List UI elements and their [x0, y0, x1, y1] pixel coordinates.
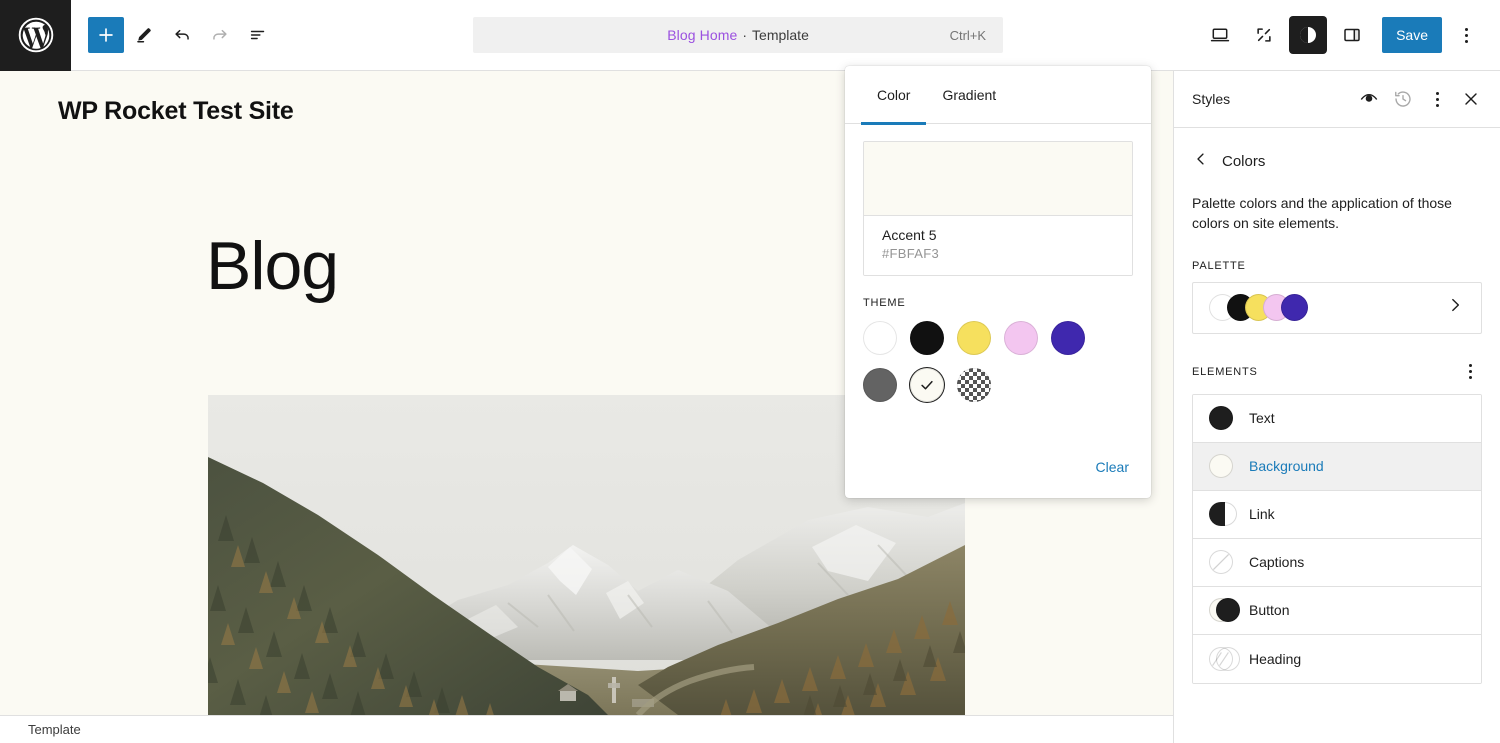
- tab-color[interactable]: Color: [861, 66, 927, 125]
- kebab-menu-icon: [1435, 91, 1439, 107]
- swatch-transparent[interactable]: [957, 368, 991, 402]
- swatch-gray[interactable]: [863, 368, 897, 402]
- view-device-button[interactable]: [1200, 15, 1240, 55]
- color-indicator-double-empty: [1209, 647, 1235, 671]
- style-book-button[interactable]: [1352, 82, 1386, 116]
- selected-color-preview: [864, 142, 1132, 215]
- page-title[interactable]: Blog: [206, 232, 339, 300]
- color-indicator-solid-light: [1209, 454, 1235, 479]
- command-shortcut-label: Ctrl+K: [949, 27, 987, 43]
- undo-button[interactable]: [164, 17, 200, 53]
- color-indicator-double-dark: [1209, 598, 1240, 623]
- palette-section-label: PALETTE: [1192, 260, 1482, 272]
- theme-swatch-grid: [863, 321, 1121, 402]
- styles-button[interactable]: [1288, 15, 1328, 55]
- element-button[interactable]: Button: [1193, 586, 1481, 635]
- swatch-white[interactable]: [863, 321, 897, 355]
- document-title-separator: ·: [742, 27, 748, 43]
- element-label: Link: [1249, 506, 1275, 523]
- revisions-button[interactable]: [1386, 82, 1420, 116]
- swatch-purple[interactable]: [1051, 321, 1085, 355]
- element-background[interactable]: Background: [1193, 442, 1481, 491]
- selected-color-meta: Accent 5 #FBFAF3: [864, 215, 1132, 275]
- element-captions[interactable]: Captions: [1193, 538, 1481, 587]
- styles-sidebar: Styles Colors Palette colors and the app…: [1173, 71, 1500, 743]
- styles-more-menu-button[interactable]: [1420, 82, 1454, 116]
- palette-dot-5: [1281, 294, 1308, 322]
- swatch-yellow[interactable]: [957, 321, 991, 355]
- element-label: Heading: [1249, 650, 1302, 667]
- contrast-circle-icon: [1289, 16, 1328, 54]
- palette-section-text: PALETTE: [1192, 259, 1246, 272]
- palette-row[interactable]: [1192, 281, 1482, 334]
- top-bar-right-tools: Save: [1200, 15, 1500, 55]
- close-styles-button[interactable]: [1454, 82, 1488, 116]
- settings-sidebar-button[interactable]: [1332, 15, 1372, 55]
- document-title: Blog Home: [667, 27, 738, 43]
- swatch-pink[interactable]: [1004, 321, 1038, 355]
- element-label: Background: [1249, 458, 1324, 475]
- chevron-left-icon: [1192, 150, 1210, 173]
- theme-palette-label: THEME: [863, 297, 906, 309]
- site-title[interactable]: WP Rocket Test Site: [58, 97, 294, 126]
- color-popover-tablist: Color Gradient: [845, 66, 1151, 125]
- element-link[interactable]: Link: [1193, 490, 1481, 539]
- elements-section-text: ELEMENTS: [1192, 365, 1258, 378]
- element-heading[interactable]: Heading: [1193, 634, 1481, 683]
- palette-preview-dots: [1209, 294, 1445, 322]
- elements-section-label: ELEMENTS: [1192, 360, 1482, 384]
- options-menu-button[interactable]: [1446, 15, 1486, 55]
- redo-button[interactable]: [202, 17, 238, 53]
- selected-color-card[interactable]: Accent 5 #FBFAF3: [863, 141, 1133, 276]
- wordpress-site-editor: Blog Home · Template Ctrl+K Save WP Rock…: [0, 0, 1500, 743]
- element-text[interactable]: Text: [1193, 394, 1481, 443]
- clear-color-button[interactable]: Clear: [1096, 459, 1129, 475]
- color-indicator-split-dark: [1209, 502, 1235, 527]
- top-bar-left-tools: [71, 17, 276, 53]
- block-inserter-button[interactable]: [88, 17, 124, 53]
- colors-description: Palette colors and the application of th…: [1192, 195, 1452, 232]
- color-picker-popover: Color Gradient Accent 5 #FBFAF3 THEME Cl…: [845, 66, 1151, 498]
- element-label: Captions: [1249, 554, 1305, 571]
- chevron-right-icon: [1445, 295, 1465, 320]
- kebab-menu-icon: [1458, 364, 1482, 380]
- selected-color-name: Accent 5: [882, 227, 937, 243]
- kebab-menu-icon: [1464, 27, 1468, 43]
- styles-panel-title: Styles: [1192, 91, 1231, 107]
- checkmark-icon: [910, 368, 944, 402]
- editor-top-bar: Blog Home · Template Ctrl+K Save: [0, 0, 1500, 71]
- swatch-accent-5[interactable]: [910, 368, 944, 402]
- elements-more-menu-button[interactable]: [1458, 360, 1482, 384]
- tab-gradient[interactable]: Gradient: [926, 66, 1012, 124]
- list-view-button[interactable]: [240, 17, 276, 53]
- swatch-black[interactable]: [910, 321, 944, 355]
- save-button[interactable]: Save: [1382, 17, 1443, 53]
- selected-color-hex: #FBFAF3: [882, 246, 940, 261]
- wordpress-logo-icon[interactable]: [0, 0, 71, 71]
- document-type-label: Template: [752, 27, 809, 43]
- color-popover-footer: Clear: [845, 436, 1151, 498]
- element-label: Button: [1249, 602, 1290, 619]
- element-label: Text: [1249, 410, 1275, 427]
- color-indicator-empty-slash: [1209, 550, 1235, 574]
- elements-list: Text Background Link Captions Button Hea…: [1192, 393, 1482, 684]
- styles-sidebar-header: Styles: [1174, 71, 1500, 128]
- zoom-out-button[interactable]: [1244, 15, 1284, 55]
- editor-footer-breadcrumb: Template: [0, 715, 1173, 743]
- color-indicator-solid-dark: [1209, 406, 1235, 431]
- styles-breadcrumb-colors: Colors: [1222, 153, 1266, 170]
- edit-mode-button[interactable]: [126, 17, 162, 53]
- breadcrumb-template[interactable]: Template: [28, 722, 81, 737]
- back-to-styles-root[interactable]: Colors: [1174, 128, 1500, 173]
- document-title-bar[interactable]: Blog Home · Template Ctrl+K: [473, 17, 1004, 53]
